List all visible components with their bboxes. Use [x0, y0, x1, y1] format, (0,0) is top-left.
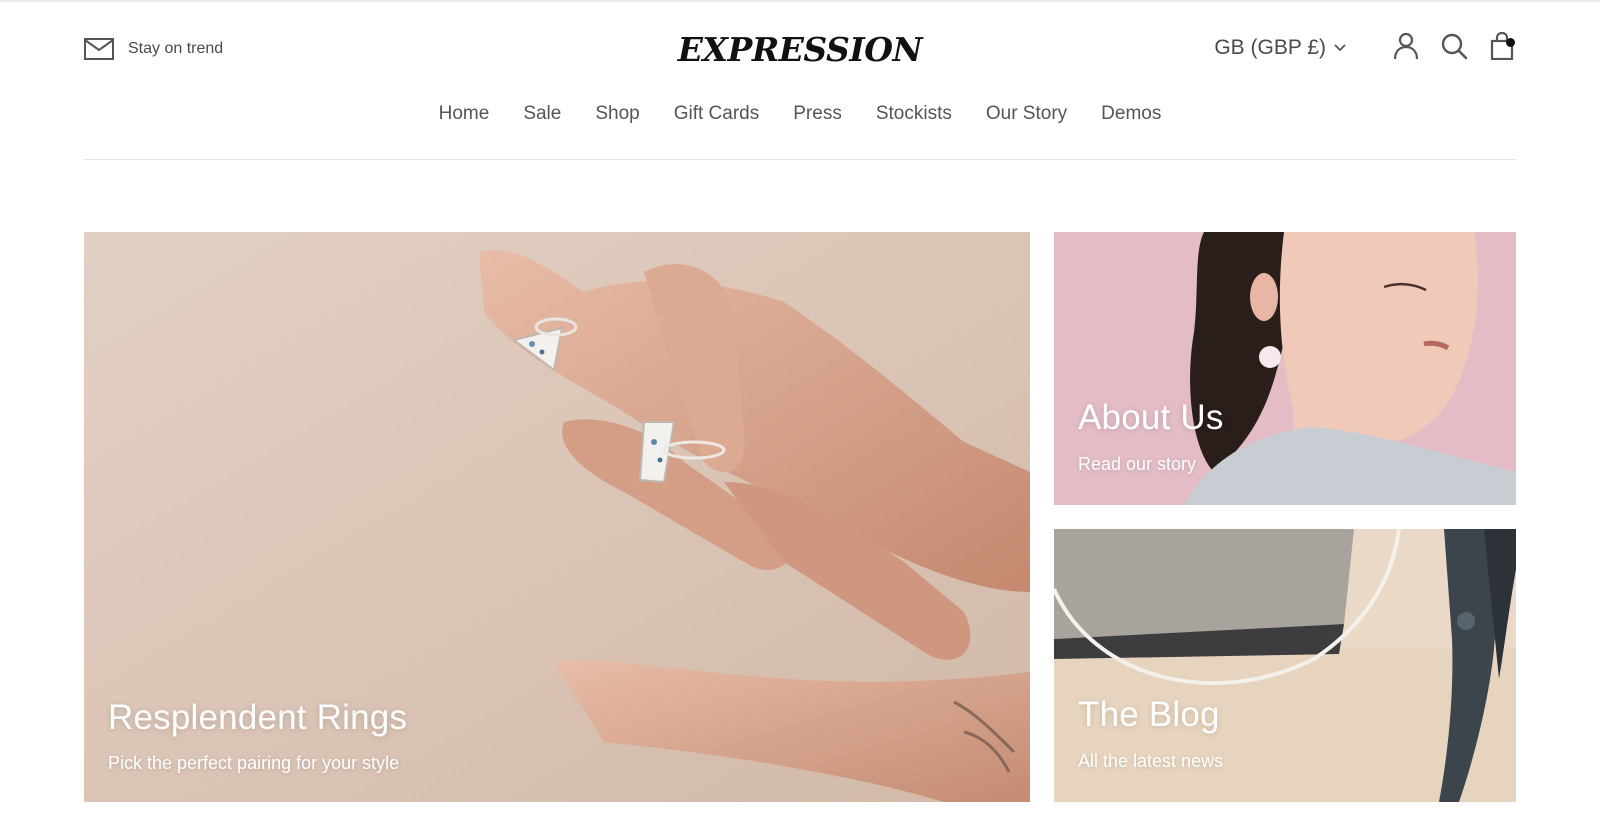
feature-tile-blog[interactable]: The Blog All the latest news: [1054, 529, 1516, 802]
main-nav: Home Sale Shop Gift Cards Press Stockist…: [84, 103, 1516, 125]
chevron-down-icon: [1334, 44, 1346, 52]
header-utilities: GB (GBP £): [1214, 31, 1516, 65]
tile-title: The Blog: [1078, 695, 1220, 734]
tile-subtitle: Read our story: [1078, 454, 1197, 474]
currency-value: GB (GBP £): [1214, 36, 1326, 59]
nav-item-shop[interactable]: Shop: [595, 103, 639, 125]
tile-title: About Us: [1078, 398, 1224, 437]
cart-button[interactable]: [1488, 31, 1516, 65]
nav-item-our-story[interactable]: Our Story: [986, 103, 1067, 125]
nav-item-gift-cards[interactable]: Gift Cards: [674, 103, 760, 125]
tile-subtitle: Pick the perfect pairing for your style: [108, 753, 400, 773]
nav-item-press[interactable]: Press: [793, 103, 842, 125]
currency-selector[interactable]: GB (GBP £): [1214, 36, 1346, 60]
site-header: Stay on trend EXPRESSION GB (GBP £) Home…: [84, 0, 1516, 160]
header-divider: [84, 159, 1516, 160]
search-button[interactable]: [1440, 32, 1468, 64]
tile-subtitle: All the latest news: [1078, 751, 1224, 771]
nav-item-demos[interactable]: Demos: [1101, 103, 1161, 125]
search-icon: [1440, 32, 1468, 65]
user-icon: [1393, 32, 1419, 65]
newsletter-link[interactable]: Stay on trend: [84, 38, 223, 60]
feature-tile-rings[interactable]: Resplendent Rings Pick the perfect pairi…: [84, 232, 1030, 802]
mail-icon: [84, 38, 114, 60]
site-logo[interactable]: EXPRESSION: [678, 30, 923, 69]
tile-title: Resplendent Rings: [108, 698, 408, 737]
feature-tile-about-us[interactable]: About Us Read our story: [1054, 232, 1516, 505]
nav-item-sale[interactable]: Sale: [523, 103, 561, 125]
shopping-bag-icon: [1490, 31, 1514, 65]
nav-item-home[interactable]: Home: [439, 103, 490, 125]
nav-item-stockists[interactable]: Stockists: [876, 103, 952, 125]
newsletter-label: Stay on trend: [128, 40, 224, 57]
cart-indicator-badge: [1506, 38, 1515, 47]
account-button[interactable]: [1392, 32, 1420, 64]
